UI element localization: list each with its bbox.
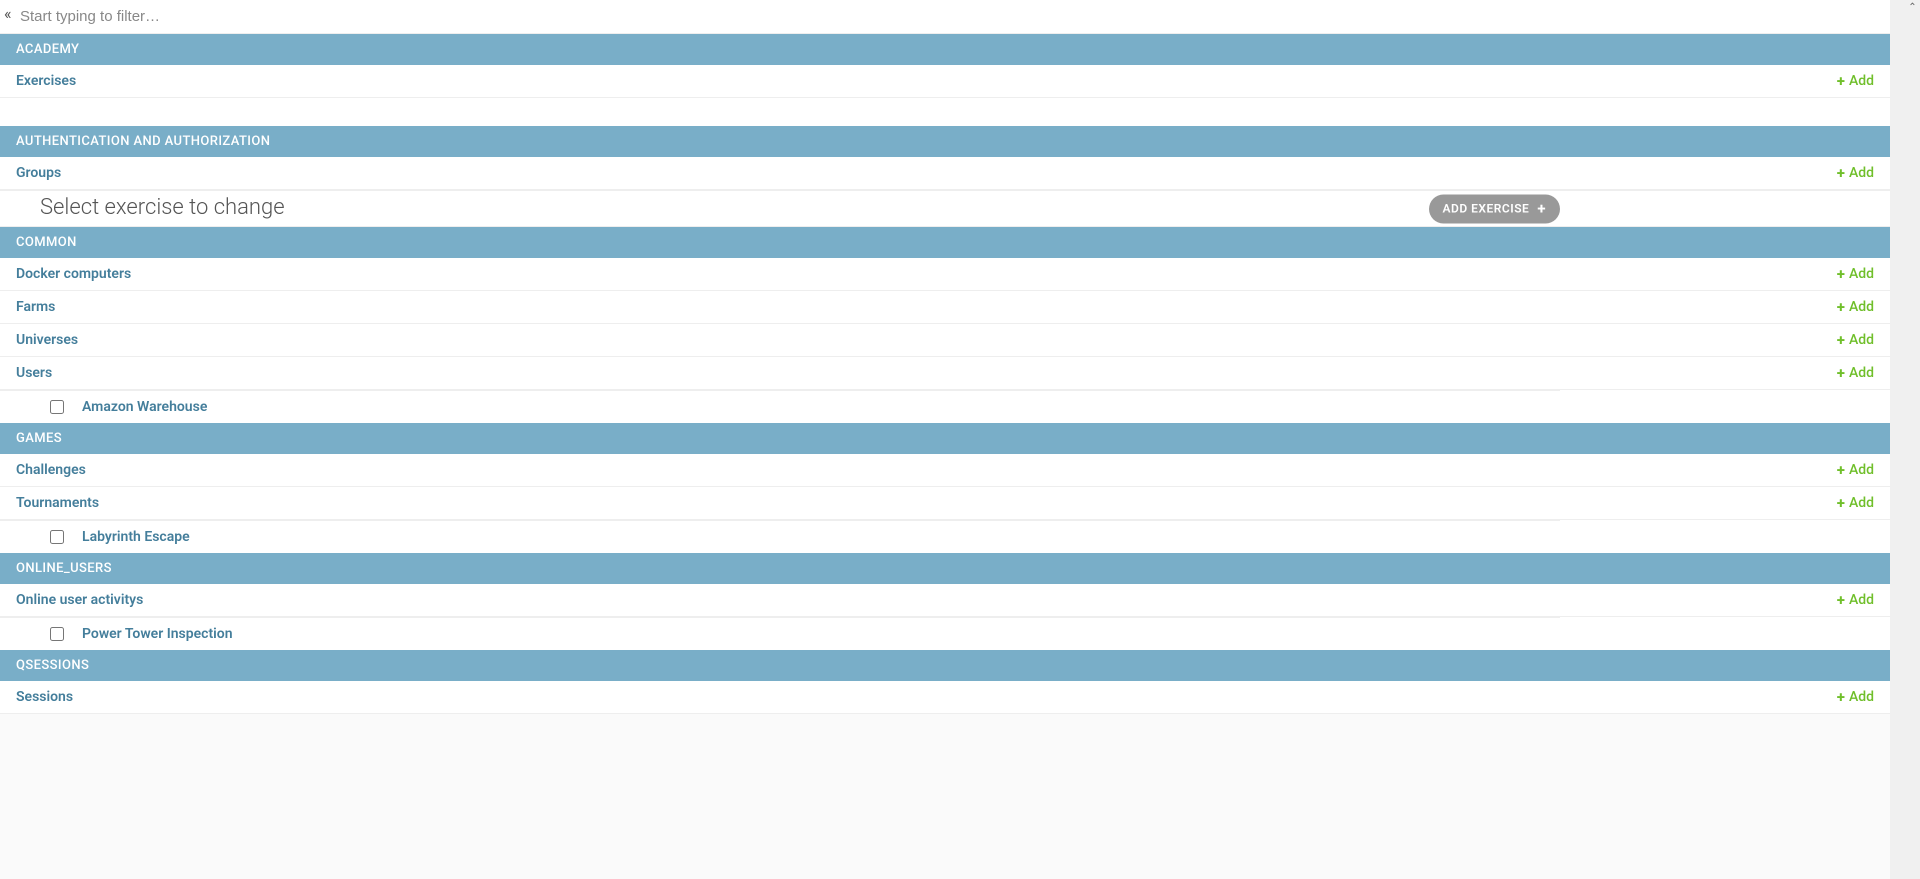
exercise-link-power-tower-inspection[interactable]: Power Tower Inspection xyxy=(82,626,233,642)
select-checkbox[interactable] xyxy=(50,627,64,641)
plus-icon: + xyxy=(1837,166,1845,181)
add-label: Add xyxy=(1849,365,1874,381)
list-item: Labyrinth Escape xyxy=(0,520,1560,553)
model-link-online-user-activitys[interactable]: Online user activitys xyxy=(16,592,143,608)
model-row-groups: Groups + Add xyxy=(0,157,1890,190)
model-row-tournaments: Tournaments + Add xyxy=(0,487,1890,520)
section-header-qsessions: QSESSIONS xyxy=(0,650,1890,681)
add-link-exercises[interactable]: + Add xyxy=(1837,73,1874,89)
add-link-farms[interactable]: + Add xyxy=(1837,299,1874,315)
section-header-academy: ACADEMY xyxy=(0,34,1890,65)
filter-row: « xyxy=(0,0,1890,34)
model-link-challenges[interactable]: Challenges xyxy=(16,462,86,478)
model-link-universes[interactable]: Universes xyxy=(16,332,78,348)
add-label: Add xyxy=(1849,73,1874,89)
select-checkbox[interactable] xyxy=(50,400,64,414)
section-header-auth: AUTHENTICATION AND AUTHORIZATION xyxy=(0,126,1890,157)
add-label: Add xyxy=(1849,266,1874,282)
add-link-universes[interactable]: + Add xyxy=(1837,332,1874,348)
filter-input[interactable] xyxy=(16,6,1874,27)
section-header-games: GAMES xyxy=(0,423,1890,454)
exercise-link-labyrinth-escape[interactable]: Labyrinth Escape xyxy=(82,529,190,545)
model-row-farms: Farms + Add xyxy=(0,291,1890,324)
model-link-exercises[interactable]: Exercises xyxy=(16,73,76,89)
changelist-header: Select exercise to change ADD EXERCISE + xyxy=(0,190,1890,227)
model-row-universes: Universes + Add xyxy=(0,324,1890,357)
model-link-groups[interactable]: Groups xyxy=(16,165,61,181)
add-link-tournaments[interactable]: + Add xyxy=(1837,495,1874,511)
model-row-docker-computers: Docker computers + Add xyxy=(0,258,1890,291)
page-title: Select exercise to change xyxy=(40,195,285,220)
list-item: Amazon Warehouse xyxy=(0,390,1560,423)
add-link-online-user-activitys[interactable]: + Add xyxy=(1837,592,1874,608)
model-link-sessions[interactable]: Sessions xyxy=(16,689,73,705)
add-label: Add xyxy=(1849,332,1874,348)
exercise-link-amazon-warehouse[interactable]: Amazon Warehouse xyxy=(82,399,207,415)
model-link-docker-computers[interactable]: Docker computers xyxy=(16,266,131,282)
add-label: Add xyxy=(1849,462,1874,478)
plus-icon: + xyxy=(1837,690,1845,705)
spacer xyxy=(0,98,1890,126)
model-row-sessions: Sessions + Add xyxy=(0,681,1890,714)
add-link-groups[interactable]: + Add xyxy=(1837,165,1874,181)
secondary-scrollbar[interactable]: ⌃ xyxy=(1905,0,1920,879)
add-label: Add xyxy=(1849,495,1874,511)
scroll-up-icon[interactable]: ⌃ xyxy=(1905,0,1920,15)
add-label: Add xyxy=(1849,165,1874,181)
list-item: Power Tower Inspection xyxy=(0,617,1560,650)
section-header-online-users: ONLINE_USERS xyxy=(0,553,1890,584)
plus-icon: + xyxy=(1537,201,1546,216)
add-link-challenges[interactable]: + Add xyxy=(1837,462,1874,478)
model-link-users[interactable]: Users xyxy=(16,365,52,381)
model-link-farms[interactable]: Farms xyxy=(16,299,55,315)
add-exercise-label: ADD EXERCISE xyxy=(1443,202,1530,216)
model-row-challenges: Challenges + Add xyxy=(0,454,1890,487)
add-label: Add xyxy=(1849,689,1874,705)
plus-icon: + xyxy=(1837,593,1845,608)
plus-icon: + xyxy=(1837,463,1845,478)
select-checkbox[interactable] xyxy=(50,530,64,544)
plus-icon: + xyxy=(1837,267,1845,282)
plus-icon: + xyxy=(1837,333,1845,348)
add-link-sessions[interactable]: + Add xyxy=(1837,689,1874,705)
model-row-online-user-activitys: Online user activitys + Add xyxy=(0,584,1890,617)
add-label: Add xyxy=(1849,592,1874,608)
add-label: Add xyxy=(1849,299,1874,315)
collapse-sidebar-icon[interactable]: « xyxy=(4,6,12,22)
plus-icon: + xyxy=(1837,300,1845,315)
add-exercise-button[interactable]: ADD EXERCISE + xyxy=(1429,194,1560,223)
model-row-users: Users + Add xyxy=(0,357,1890,390)
add-link-users[interactable]: + Add xyxy=(1837,365,1874,381)
model-row-exercises: Exercises + Add xyxy=(0,65,1890,98)
plus-icon: + xyxy=(1837,496,1845,511)
section-header-common: COMMON xyxy=(0,227,1890,258)
plus-icon: + xyxy=(1837,366,1845,381)
plus-icon: + xyxy=(1837,74,1845,89)
add-link-docker-computers[interactable]: + Add xyxy=(1837,266,1874,282)
model-link-tournaments[interactable]: Tournaments xyxy=(16,495,99,511)
